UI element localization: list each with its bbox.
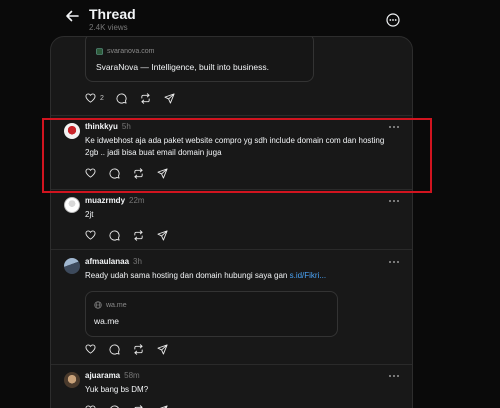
link-preview-title: SvaraNova — Intelligence, built into bus… xyxy=(96,62,269,72)
avatar[interactable] xyxy=(64,197,80,213)
repost-icon[interactable] xyxy=(133,229,145,241)
more-options-icon[interactable] xyxy=(388,199,400,207)
page-title: Thread xyxy=(89,6,136,22)
like-count: 2 xyxy=(100,94,104,102)
reply-actions xyxy=(85,343,181,355)
more-options-icon[interactable] xyxy=(388,374,400,382)
link-preview-domain-text: svaranova.com xyxy=(107,48,155,55)
reply-username[interactable]: muazrmdy 22m xyxy=(85,196,145,205)
comment-icon[interactable] xyxy=(116,92,128,104)
repost-icon[interactable] xyxy=(133,404,145,408)
highlight-box xyxy=(42,118,432,193)
link-preview-domain: wa.me xyxy=(94,301,127,309)
share-icon[interactable] xyxy=(157,404,169,408)
reply-text: Ready udah sama hosting dan domain hubun… xyxy=(85,271,327,280)
reply-actions xyxy=(85,229,181,241)
comment-icon[interactable] xyxy=(109,343,121,355)
more-options-icon[interactable] xyxy=(388,260,400,268)
link-preview-card[interactable]: wa.me wa.me xyxy=(85,291,338,337)
share-icon[interactable] xyxy=(157,229,169,241)
repost-icon[interactable] xyxy=(133,343,145,355)
view-count: 2.4K views xyxy=(89,23,128,32)
avatar[interactable] xyxy=(64,372,80,388)
divider xyxy=(51,115,412,116)
more-options-icon[interactable] xyxy=(386,13,400,27)
reply-link[interactable]: s.id/Fikri... xyxy=(290,271,326,280)
divider xyxy=(51,364,412,365)
back-arrow-icon[interactable] xyxy=(64,8,80,24)
share-icon[interactable] xyxy=(164,92,176,104)
link-preview-card[interactable]: svaranova.com SvaraNova — Intelligence, … xyxy=(85,37,314,82)
reply-actions xyxy=(85,404,181,408)
reply-username[interactable]: ajuarama 58m xyxy=(85,371,140,380)
reply-time: 58m xyxy=(124,371,140,380)
divider xyxy=(51,249,412,250)
reply-time: 22m xyxy=(129,196,145,205)
like-icon[interactable] xyxy=(85,343,97,355)
globe-icon xyxy=(94,301,102,309)
share-icon[interactable] xyxy=(157,343,169,355)
thread-column: svaranova.com SvaraNova — Intelligence, … xyxy=(50,36,413,408)
like-icon[interactable] xyxy=(85,92,97,104)
avatar[interactable] xyxy=(64,258,80,274)
link-preview-title: wa.me xyxy=(94,316,120,326)
reply-time: 3h xyxy=(133,257,142,266)
site-favicon-icon xyxy=(96,48,103,55)
link-preview-domain-text: wa.me xyxy=(106,301,127,309)
like-icon[interactable] xyxy=(85,229,97,241)
repost-icon[interactable] xyxy=(140,92,152,104)
like-icon[interactable] xyxy=(85,404,97,408)
comment-icon[interactable] xyxy=(109,404,121,408)
link-preview-domain: svaranova.com xyxy=(96,48,154,55)
comment-icon[interactable] xyxy=(109,229,121,241)
reply-text: Yuk bang bs DM? xyxy=(85,385,149,394)
post-actions: 2 xyxy=(85,92,188,104)
reply-username[interactable]: afmaulanaa 3h xyxy=(85,257,142,266)
reply-text: 2jt xyxy=(85,210,94,219)
